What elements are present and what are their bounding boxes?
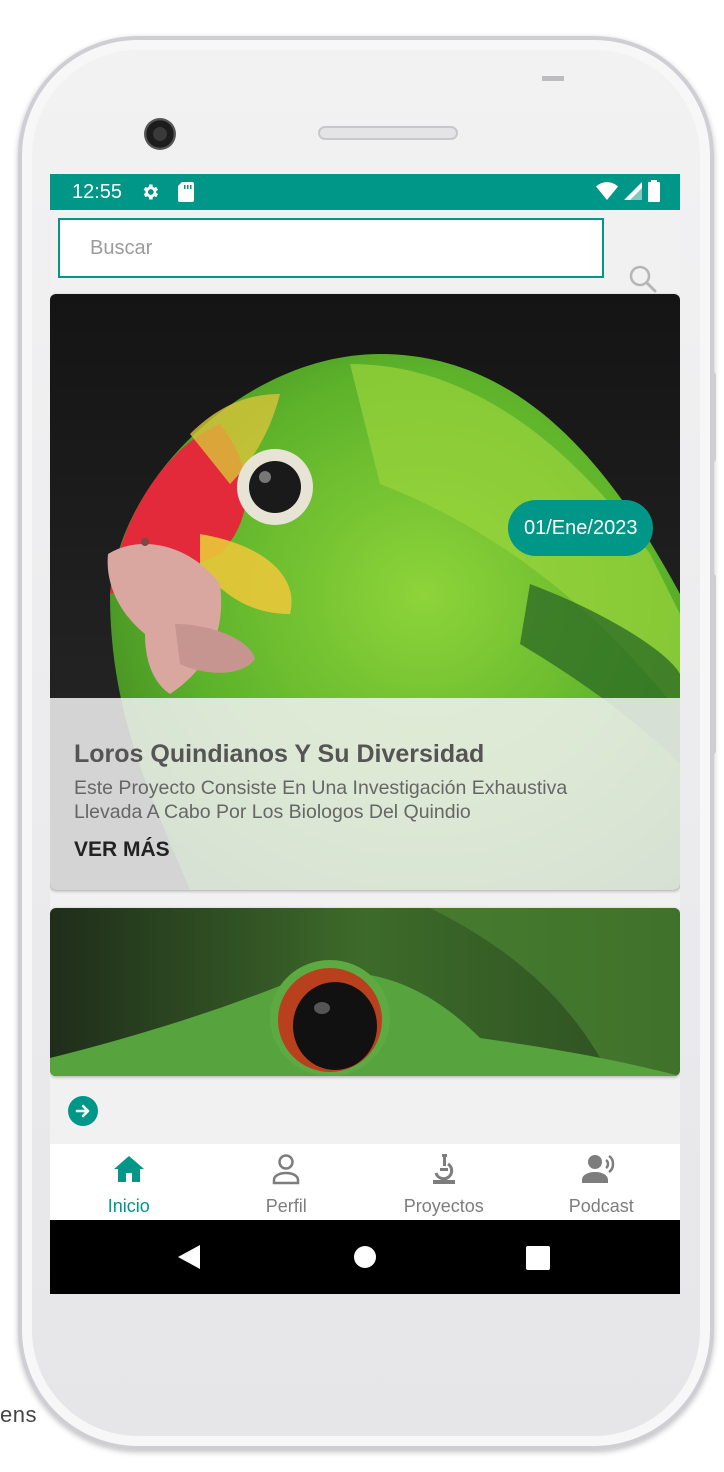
nav-item-proyectos[interactable]: Proyectos (365, 1144, 523, 1220)
see-more-link[interactable]: VER MÁS (74, 838, 170, 862)
system-navigation-bar (50, 1220, 680, 1294)
project-card[interactable] (50, 908, 680, 1076)
arrow-right-icon[interactable] (68, 1096, 98, 1126)
search-icon[interactable] (628, 264, 662, 298)
project-card[interactable]: 01/Ene/2023 Loros Quindianos Y Su Divers… (50, 294, 680, 890)
search-input[interactable] (58, 218, 604, 278)
settings-icon (140, 182, 160, 202)
nav-label: Perfil (265, 1196, 307, 1216)
search-bar (50, 210, 680, 294)
nav-label: Proyectos (403, 1196, 484, 1216)
power-notch (542, 76, 564, 81)
home-icon (112, 1152, 146, 1186)
nav-item-inicio[interactable]: Inicio (50, 1144, 208, 1220)
date-badge: 01/Ene/2023 (508, 500, 654, 556)
status-bar: 12:55 (50, 174, 680, 210)
microscope-icon (428, 1152, 460, 1186)
nav-item-podcast[interactable]: Podcast (523, 1144, 681, 1220)
signal-icon (624, 182, 642, 205)
home-button-icon[interactable] (354, 1246, 376, 1268)
nav-label: Inicio (107, 1196, 150, 1216)
status-time: 12:55 (72, 180, 123, 203)
front-camera (144, 118, 176, 150)
card-title: Loros Quindianos Y Su Diversidad (74, 740, 485, 768)
nav-label: Podcast (568, 1196, 634, 1216)
back-icon[interactable] (178, 1245, 200, 1274)
recent-apps-icon[interactable] (526, 1246, 550, 1270)
person-icon (271, 1152, 301, 1186)
speaker-grille (318, 126, 458, 140)
wifi-icon (596, 182, 618, 205)
frog-photo (50, 908, 680, 1076)
app-screen: 12:55 Buscar 01/Ene/2023 Loros Quindiano… (50, 174, 680, 1294)
battery-icon (648, 180, 660, 207)
sd-card-icon (178, 182, 195, 202)
side-button (710, 574, 716, 754)
nav-item-perfil[interactable]: Perfil (208, 1144, 366, 1220)
card-description: Este Proyecto Consiste En Una Investigac… (74, 777, 568, 823)
edge-text: ens (0, 1402, 37, 1427)
status-indicators (596, 180, 660, 207)
volume-button (710, 372, 716, 462)
speaker-person-icon (582, 1152, 620, 1186)
bottom-navigation: Inicio Perfil Proyectos Podcast (50, 1144, 680, 1220)
